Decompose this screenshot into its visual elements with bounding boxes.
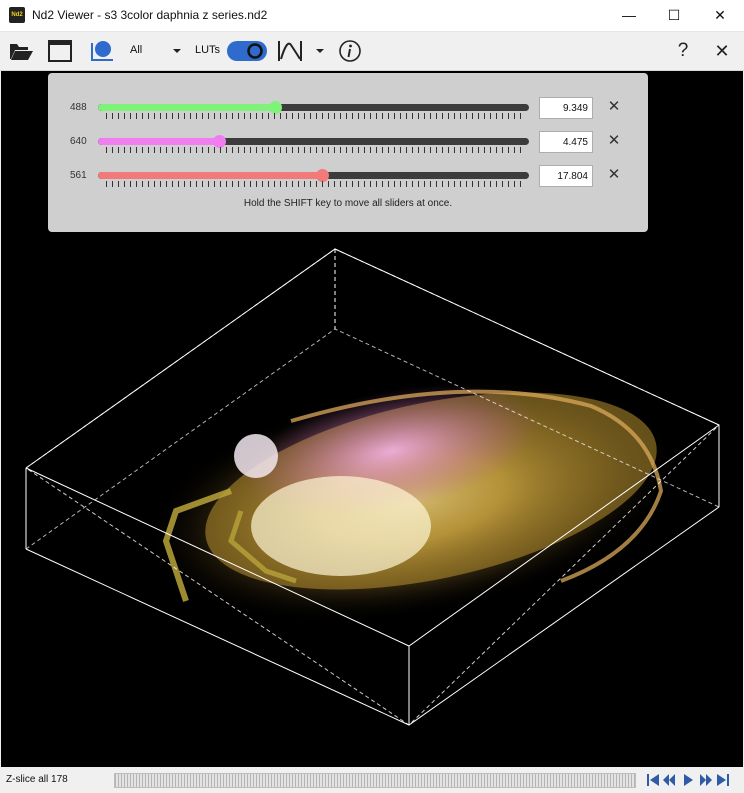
luts-toggle[interactable] [226, 37, 268, 65]
next-frame-button[interactable] [699, 772, 713, 788]
last-frame-button[interactable] [716, 772, 730, 788]
first-frame-button[interactable] [646, 772, 660, 788]
slider-ticks [106, 113, 526, 119]
info-button[interactable] [337, 37, 363, 65]
channel-name: 561 [70, 170, 87, 181]
channel-row: 640 4.475 ✕ [48, 129, 648, 157]
slider-ticks [106, 181, 526, 187]
volume-render-icon [91, 41, 113, 61]
prev-frame-button[interactable] [662, 772, 676, 788]
lut-panel: 488 9.349 ✕ 640 4.475 ✕ 561 17.804 ✕ Hol… [48, 73, 648, 232]
shift-hint: Hold the SHIFT key to move all sliders a… [243, 198, 453, 209]
curve-dropdown-button[interactable] [313, 37, 327, 65]
channel-slider-fill [98, 172, 323, 179]
channel-dropdown-button[interactable] [170, 37, 184, 65]
channel-name: 640 [70, 136, 87, 147]
step-back-icon [663, 774, 675, 786]
channel-slider-track[interactable] [98, 138, 529, 145]
channel-value-field[interactable]: 17.804 [539, 165, 593, 187]
step-forward-icon [700, 774, 712, 786]
chevron-down-icon [316, 49, 324, 53]
channel-select-value[interactable]: All [130, 44, 142, 56]
channel-row: 488 9.349 ✕ [48, 95, 648, 123]
skip-last-icon [717, 774, 729, 786]
curve-button[interactable] [276, 37, 304, 65]
z-slice-slider[interactable] [114, 773, 636, 788]
curve-icon [278, 41, 302, 61]
play-button[interactable] [681, 772, 695, 788]
specimen-eye [234, 434, 278, 478]
maximize-button[interactable]: ☐ [651, 0, 697, 31]
open-file-button[interactable] [6, 37, 36, 65]
channel-slider-track[interactable] [98, 104, 529, 111]
volume-render-button[interactable] [87, 37, 117, 65]
window-icon [48, 40, 72, 62]
window-view-button[interactable] [45, 37, 75, 65]
help-button[interactable]: ? [673, 37, 693, 65]
minimize-button[interactable]: — [606, 0, 652, 31]
viewer-close-button[interactable]: ✕ [711, 37, 733, 65]
folder-open-icon [10, 44, 33, 60]
app-icon: Nd2 [9, 7, 25, 23]
window-close-button[interactable]: ✕ [697, 0, 743, 31]
window-title: Nd2 Viewer - s3 3color daphnia z series.… [32, 8, 268, 22]
channel-reset-button[interactable]: ✕ [606, 131, 622, 151]
title-bar: Nd2 Nd2 Viewer - s3 3color daphnia z ser… [0, 0, 744, 32]
chevron-down-icon [173, 49, 181, 53]
slider-ticks [106, 147, 526, 153]
channel-slider-fill [98, 104, 275, 111]
channel-name: 488 [70, 102, 87, 113]
channel-slider-fill [98, 138, 219, 145]
channel-slider-track[interactable] [98, 172, 529, 179]
luts-label: LUTs [195, 44, 221, 56]
status-bar: Z-slice all 178 [0, 768, 744, 793]
channel-reset-button[interactable]: ✕ [606, 97, 622, 117]
channel-value-field[interactable]: 4.475 [539, 131, 593, 153]
skip-first-icon [647, 774, 659, 786]
toggle-on-icon [227, 41, 267, 61]
play-icon [684, 774, 693, 786]
info-icon [339, 40, 361, 62]
channel-reset-button[interactable]: ✕ [606, 165, 622, 185]
toolbar: All LUTs ? ✕ [0, 32, 744, 71]
specimen-core [251, 476, 431, 576]
channel-row: 561 17.804 ✕ [48, 163, 648, 191]
z-slice-label: Z-slice all 178 [6, 774, 68, 785]
channel-value-field[interactable]: 9.349 [539, 97, 593, 119]
